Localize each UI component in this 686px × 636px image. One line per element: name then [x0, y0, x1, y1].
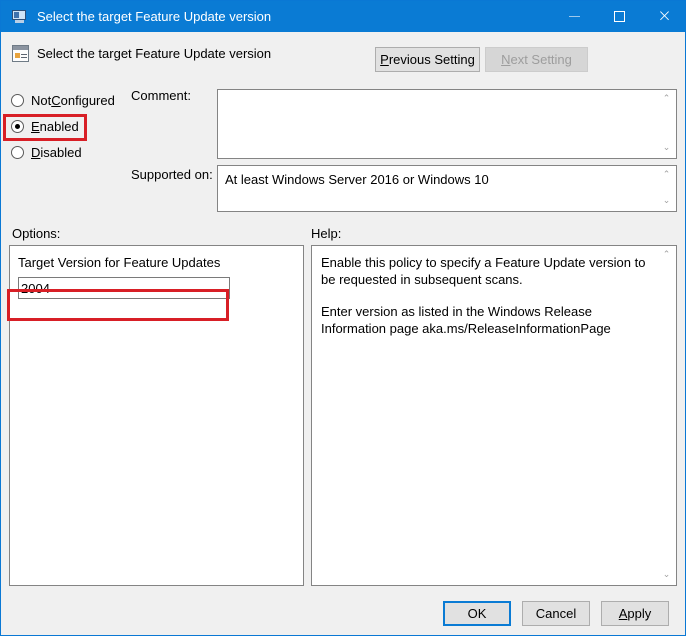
supported-scrollbar[interactable]: ⌃ ⌄	[658, 167, 675, 210]
close-icon: ×	[657, 6, 672, 26]
target-version-label: Target Version for Feature Updates	[18, 255, 221, 270]
previous-setting-accel: P	[380, 52, 389, 67]
scroll-up-icon[interactable]: ⌃	[658, 91, 675, 108]
next-setting-button[interactable]: Next Setting	[485, 47, 588, 72]
help-paragraph-1: Enable this policy to specify a Feature …	[321, 255, 646, 287]
policy-monitor-icon	[12, 9, 28, 24]
target-version-input[interactable]	[18, 277, 230, 299]
options-panel: Target Version for Feature Updates	[9, 245, 304, 586]
radio-selected-icon	[11, 119, 24, 133]
enabled-label-after: nabled	[39, 118, 79, 134]
cancel-button[interactable]: Cancel	[522, 601, 590, 626]
enabled-radio[interactable]: Enabled	[11, 113, 126, 139]
enabled-accel: E	[31, 118, 40, 134]
apply-button[interactable]: Apply	[601, 601, 669, 626]
help-paragraph-2: Enter version as listed in the Windows R…	[321, 304, 611, 336]
group-policy-setting-dialog: Select the target Feature Update version…	[0, 0, 686, 636]
minimize-icon	[569, 16, 580, 17]
help-section-label: Help:	[311, 226, 342, 241]
maximize-icon	[614, 11, 625, 22]
disabled-radio[interactable]: Disabled	[11, 139, 126, 165]
maximize-button[interactable]	[597, 1, 642, 32]
supported-on-label: Supported on:	[131, 167, 213, 182]
comment-scrollbar[interactable]: ⌃ ⌄	[658, 91, 675, 157]
minimize-button[interactable]	[552, 1, 597, 32]
radio-icon	[11, 93, 24, 107]
previous-setting-button[interactable]: Previous Setting	[375, 47, 480, 72]
policy-state-radio-group: Not Configured Enabled Disabled	[11, 87, 126, 165]
title-bar: Select the target Feature Update version…	[1, 1, 685, 32]
not-configured-radio[interactable]: Not Configured	[11, 87, 126, 113]
help-scrollbar[interactable]: ⌃ ⌄	[658, 247, 675, 584]
apply-label-after: pply	[627, 606, 652, 621]
setting-title: Select the target Feature Update version	[37, 46, 272, 61]
scroll-up-icon[interactable]: ⌃	[658, 167, 675, 184]
next-setting-label-after: ext Setting	[510, 52, 572, 67]
scroll-down-icon[interactable]: ⌄	[658, 193, 675, 210]
help-text: Enable this policy to specify a Feature …	[321, 254, 651, 337]
not-configured-accel: C	[51, 92, 61, 108]
disabled-accel: D	[31, 144, 41, 160]
not-configured-label-after: onfigured	[60, 92, 115, 108]
supported-on-box: At least Windows Server 2016 or Windows …	[217, 165, 677, 212]
not-configured-label-before: Not	[31, 92, 52, 108]
previous-setting-label-after: revious Setting	[388, 52, 475, 67]
policy-setting-icon	[12, 45, 29, 62]
disabled-label-after: isabled	[40, 144, 82, 160]
window-controls: ×	[552, 1, 685, 32]
ok-button[interactable]: OK	[443, 601, 511, 626]
close-button[interactable]: ×	[642, 1, 685, 32]
scroll-down-icon[interactable]: ⌄	[658, 140, 675, 157]
scroll-up-icon[interactable]: ⌃	[658, 247, 675, 264]
comment-label: Comment:	[131, 88, 191, 103]
comment-textarea[interactable]: ⌃ ⌄	[217, 89, 677, 159]
supported-on-value: At least Windows Server 2016 or Windows …	[225, 172, 489, 187]
radio-icon	[11, 145, 24, 159]
options-section-label: Options:	[12, 226, 61, 241]
scroll-down-icon[interactable]: ⌄	[658, 567, 675, 584]
help-panel: Enable this policy to specify a Feature …	[311, 245, 677, 586]
window-title: Select the target Feature Update version	[37, 9, 272, 24]
